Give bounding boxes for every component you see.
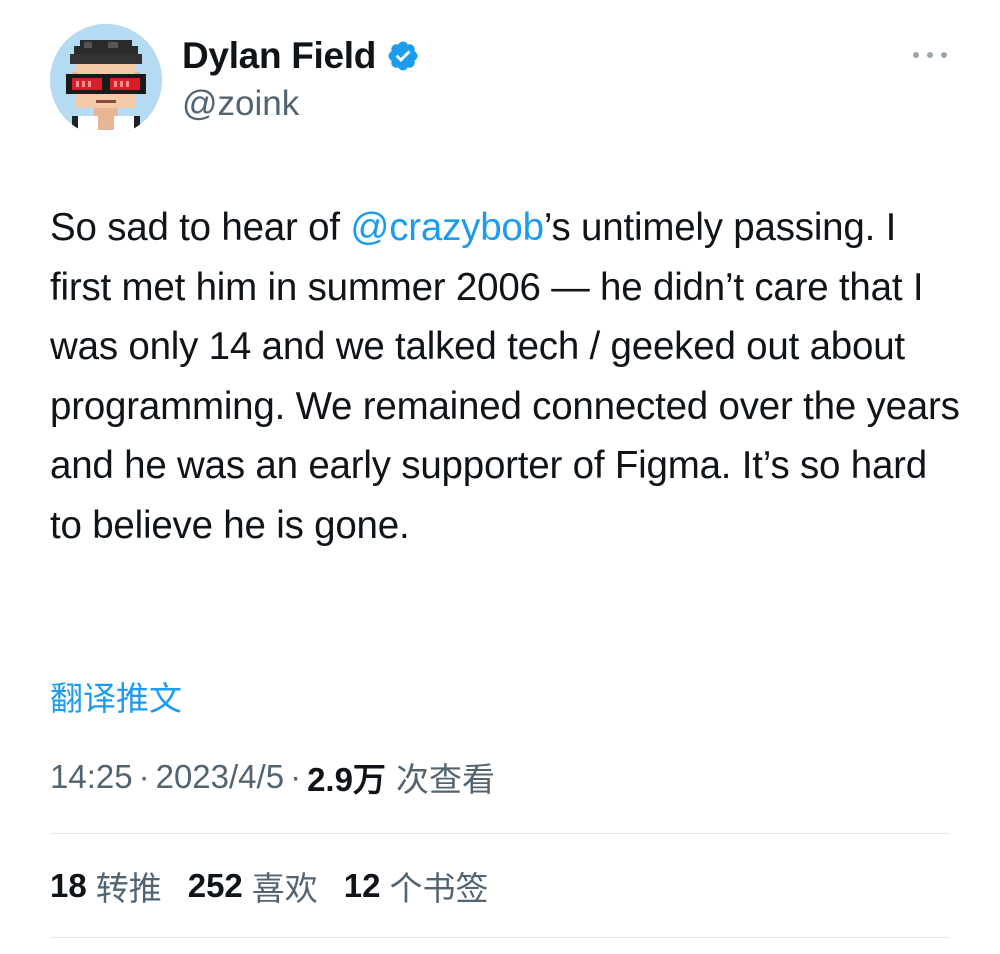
tweet-text: So sad to hear of @crazybob’s untimely p… xyxy=(50,198,965,555)
retweets-count: 18 xyxy=(50,867,87,904)
more-options-button[interactable] xyxy=(908,40,952,70)
tweet-time[interactable]: 14:25 xyxy=(50,758,133,796)
avatar[interactable] xyxy=(50,24,162,136)
tweet-text-after-mention: ’s untimely passing. I first met him in … xyxy=(50,206,960,547)
likes-label: 喜欢 xyxy=(251,870,318,907)
verified-badge-icon xyxy=(388,41,418,71)
author-name-row: Dylan Field xyxy=(182,34,420,78)
author-handle[interactable]: @zoink xyxy=(182,84,299,124)
more-dots-icon xyxy=(913,52,947,58)
author-display-name[interactable]: Dylan Field xyxy=(182,35,376,77)
translate-tweet-link[interactable]: 翻译推文 xyxy=(50,672,182,720)
likes-count: 252 xyxy=(187,867,243,904)
retweets-stat[interactable]: 18 转推 xyxy=(50,862,162,910)
tweet-text-before-mention: So sad to hear of xyxy=(50,206,351,249)
likes-stat[interactable]: 252 喜欢 xyxy=(188,862,318,910)
tweet-date[interactable]: 2023/4/5 xyxy=(156,758,284,796)
bookmarks-stat[interactable]: 12 个书签 xyxy=(344,862,489,910)
mention-link[interactable]: @crazybob xyxy=(350,206,544,249)
meta-separator: · xyxy=(138,758,150,795)
divider xyxy=(50,833,950,834)
retweets-label: 转推 xyxy=(95,870,162,907)
views-label: 次查看 xyxy=(395,761,495,798)
views-count: 2.9万 xyxy=(307,761,386,798)
tweet-meta: 14:25 · 2023/4/5 · 2.9万 次查看 xyxy=(50,752,495,802)
engagement-stats: 18 转推 252 喜欢 12 个书签 xyxy=(50,860,515,912)
meta-separator: · xyxy=(290,758,302,795)
bookmarks-count: 12 xyxy=(343,867,381,904)
divider xyxy=(50,937,950,938)
bookmarks-label: 个书签 xyxy=(389,870,489,907)
pixel-avatar-icon xyxy=(50,24,162,136)
tweet-card: Dylan Field @zoink So sad to hear of @cr… xyxy=(0,0,1000,954)
